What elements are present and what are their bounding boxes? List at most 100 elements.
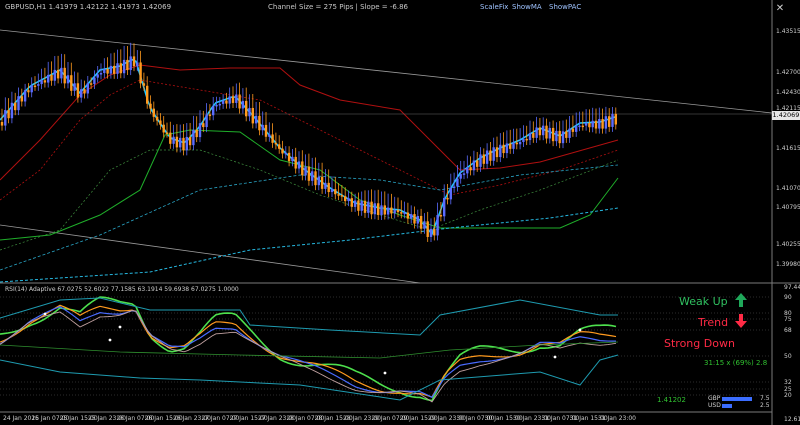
candle-body — [548, 127, 551, 139]
candle-body — [449, 187, 452, 200]
signal-dot — [108, 338, 112, 342]
candle-body — [532, 133, 535, 138]
candle-body — [466, 167, 469, 174]
signal-dot — [578, 328, 582, 332]
candle-body — [522, 138, 525, 142]
candle-body — [159, 120, 162, 125]
candle-body — [542, 125, 545, 136]
candle-body — [568, 128, 571, 138]
candle-body — [251, 107, 254, 124]
indicator-tick: 50 — [784, 353, 792, 360]
candle-body — [56, 69, 60, 79]
rsi-band-upper — [0, 297, 618, 336]
channel-and-ma-lines — [0, 29, 773, 284]
candle-body — [291, 156, 294, 162]
candle-body — [27, 90, 30, 93]
price-tick: 1.39980 — [776, 261, 800, 268]
candle-body — [400, 212, 403, 214]
candle-body — [314, 171, 317, 186]
candle-body — [215, 104, 218, 107]
candle-body — [390, 207, 393, 214]
candle-body — [518, 141, 522, 145]
candle-body — [155, 116, 159, 121]
candle-body — [419, 215, 423, 229]
candle-body — [367, 201, 370, 213]
cyan-ma-long — [0, 207, 619, 283]
candle-body — [76, 83, 80, 98]
showma-button[interactable]: ShowMA — [512, 3, 542, 11]
candle-body — [469, 167, 472, 171]
candle-body — [561, 131, 565, 144]
candle-body — [495, 147, 499, 158]
price-tick: 1.40795 — [776, 204, 800, 211]
candle-body — [337, 194, 340, 196]
rsi-midline — [0, 341, 619, 359]
candle-body — [264, 124, 268, 137]
gbp-label: GBP — [708, 395, 721, 402]
timing-label: 31:15 x (69%) 2.8 — [704, 359, 768, 367]
indicator-tick: 68 — [784, 327, 792, 334]
candle-body — [70, 75, 73, 91]
candle-body — [294, 156, 297, 169]
candle-body — [350, 198, 353, 207]
close-icon[interactable]: ✕ — [774, 3, 786, 15]
rsi-green-line — [0, 296, 617, 402]
weak-up-label: Weak Up — [679, 295, 728, 308]
gbp-strength-bar — [722, 397, 752, 401]
candle-body — [311, 171, 314, 181]
candle-body — [136, 62, 139, 67]
indicator-tick: 75 — [784, 316, 792, 323]
current-price-label: 1.42069 — [772, 111, 800, 120]
candle-body — [499, 144, 502, 158]
channel-info: Channel Size = 275 Pips | Slope = -6.86 — [268, 3, 408, 11]
candle-body — [218, 103, 221, 106]
arrow-up-icon — [735, 293, 747, 307]
candle-body — [584, 122, 588, 126]
candle-body — [47, 74, 50, 83]
candle-body — [406, 212, 410, 219]
candle-body — [254, 115, 258, 124]
candle-body — [274, 142, 278, 145]
candle-body — [320, 176, 324, 189]
price-tick: 1.40255 — [776, 241, 800, 248]
candle-body — [185, 136, 188, 151]
candle-body — [380, 205, 383, 215]
candle-body — [482, 154, 485, 164]
candle-body — [304, 166, 307, 176]
candle-body — [212, 106, 215, 116]
candle-body — [169, 132, 172, 144]
candle-body — [459, 174, 462, 179]
candle-body — [152, 108, 155, 117]
indicator-title: RSI(14) Adaptive 67.0275 52.6022 77.1585… — [5, 286, 239, 293]
candle-body — [476, 160, 479, 167]
candle-body — [53, 69, 56, 81]
candle-body — [66, 75, 70, 84]
signal-dot — [118, 325, 122, 329]
scalefix-button[interactable]: ScaleFix — [480, 3, 508, 11]
candle-body — [146, 85, 149, 104]
strong-down-label: Strong Down — [664, 337, 735, 350]
price-tick: 1.43515 — [776, 28, 800, 35]
candle-body — [20, 96, 23, 102]
candle-body — [179, 137, 182, 148]
candle-body — [472, 160, 476, 171]
candle-body — [594, 120, 598, 129]
candle-body — [588, 122, 591, 128]
candle-body — [225, 100, 228, 104]
candle-body — [271, 134, 274, 143]
indicator-tick: 32 — [784, 379, 792, 386]
showpac-button[interactable]: ShowPAC — [549, 3, 581, 11]
candle-body — [182, 137, 185, 151]
trend-label: Trend — [698, 316, 729, 329]
gbp-value: 7.5 — [760, 395, 770, 402]
candle-body — [0, 122, 4, 126]
candle-body — [132, 56, 136, 67]
candle-body — [235, 94, 238, 103]
signal-dot — [383, 371, 387, 375]
candle-body — [307, 166, 311, 181]
channel-upper — [0, 29, 773, 114]
candle-body — [502, 144, 505, 154]
usd-label: USD — [708, 402, 721, 409]
price-candles — [0, 42, 617, 242]
candle-body — [248, 107, 251, 117]
